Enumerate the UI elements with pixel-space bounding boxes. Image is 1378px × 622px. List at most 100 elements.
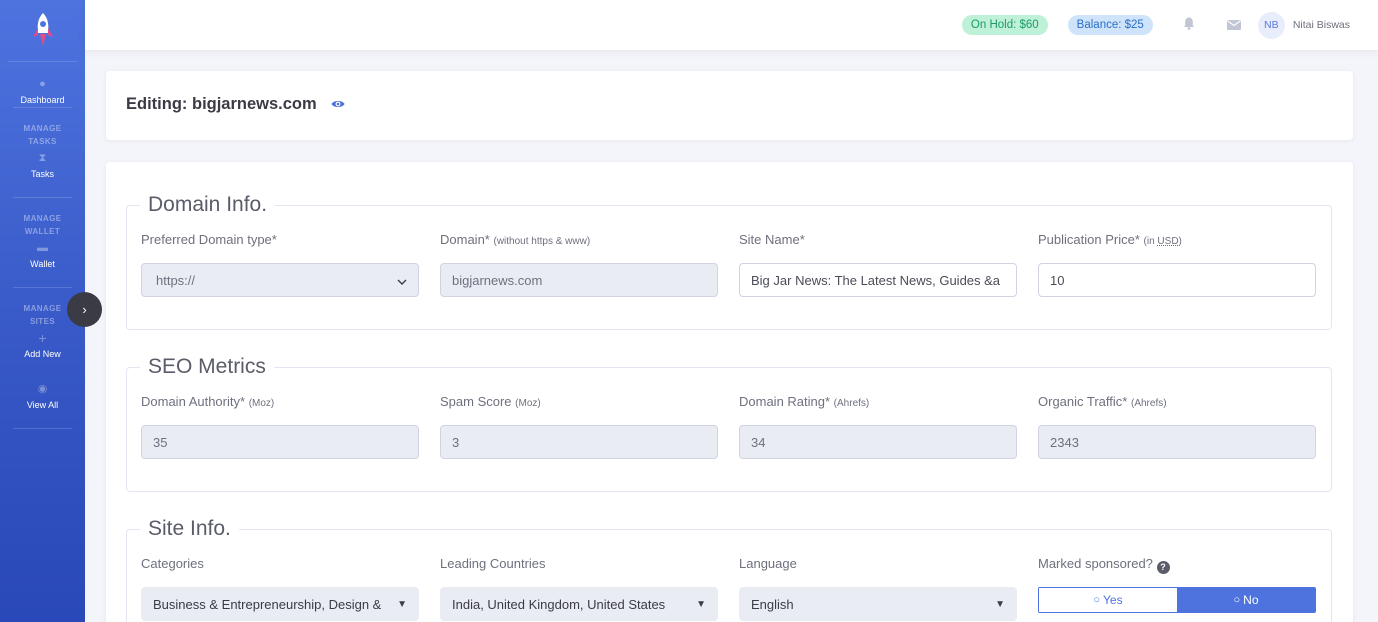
spam-score-field: Spam Score (Moz) 3: [440, 393, 718, 459]
field-label: Domain Authority* (Moz): [141, 393, 419, 410]
sponsored-toggle: ○ Yes ○ No: [1038, 587, 1316, 613]
seo-metrics-section: SEO Metrics Domain Authority* (Moz) 35 S…: [126, 355, 1332, 492]
language-dropdown[interactable]: English ▼: [739, 587, 1017, 621]
radio-circle-icon: ○: [1093, 594, 1101, 606]
label-text: Spam Score: [440, 394, 512, 409]
eye-icon: ◉: [37, 383, 48, 395]
sidebar-item-view-all[interactable]: ◉ View All: [0, 377, 85, 422]
hourglass-icon: ⧗: [38, 152, 47, 164]
brand-logo[interactable]: [8, 0, 77, 62]
chevron-down-icon: [397, 273, 407, 288]
sidebar-heading-wallet: MANAGE WALLET: [23, 214, 62, 236]
field-label: Categories: [141, 556, 204, 571]
eye-icon[interactable]: [331, 96, 345, 114]
label-hint: (Ahrefs): [1130, 398, 1167, 409]
hint-unit: USD: [1157, 236, 1179, 247]
language-field: Language English ▼: [739, 555, 1017, 621]
publication-price-field: Publication Price* (in USD) 10: [1038, 231, 1316, 297]
on-hold-badge[interactable]: On Hold: $60: [961, 15, 1048, 35]
label-text: Marked sponsored?: [1038, 556, 1153, 571]
publication-price-input[interactable]: 10: [1038, 263, 1316, 297]
label-text: Organic Traffic*: [1038, 394, 1128, 409]
plus-icon: +: [38, 330, 47, 346]
label-hint: (without https & www): [493, 236, 591, 247]
domain-authority-field: Domain Authority* (Moz) 35: [141, 393, 419, 459]
section-legend: Site Info.: [148, 517, 231, 540]
edit-site-form: Domain Info. Preferred Domain type* http…: [106, 162, 1353, 622]
user-name[interactable]: Nitai Biswas: [1293, 19, 1350, 31]
categories-field: Categories Business & Entrepreneurship, …: [141, 555, 419, 621]
section-legend: Domain Info.: [148, 193, 268, 216]
field-label: Marked sponsored? ?: [1038, 555, 1316, 574]
field-label: Language: [739, 556, 797, 571]
sponsored-no-option[interactable]: ○ No: [1177, 588, 1315, 612]
domain-rating-input[interactable]: 34: [739, 425, 1017, 459]
domain-authority-input[interactable]: 35: [141, 425, 419, 459]
organic-traffic-input[interactable]: 2343: [1038, 425, 1316, 459]
topbar: On Hold: $60 Balance: $25 NB Nitai Biswa…: [85, 0, 1378, 50]
leading-countries-field: Leading Countries India, United Kingdom,…: [440, 555, 718, 621]
label-hint: (Moz): [248, 398, 275, 409]
preferred-domain-type-select[interactable]: https://: [141, 263, 419, 297]
balance-badge[interactable]: Balance: $25: [1067, 15, 1153, 35]
tachometer-icon: ●: [39, 78, 46, 90]
caret-down-icon: ▼: [696, 598, 706, 610]
sidebar-item-dashboard[interactable]: ● Dashboard: [0, 62, 85, 107]
site-name-input[interactable]: Big Jar News: The Latest News, Guides &a: [739, 263, 1017, 297]
caret-down-icon: ▼: [995, 598, 1005, 610]
hint-prefix: (in: [1143, 236, 1158, 247]
field-label: Publication Price* (in USD): [1038, 231, 1316, 248]
field-label: Site Name*: [739, 232, 805, 247]
sidebar-toggle-button[interactable]: ›: [67, 292, 102, 327]
bell-icon[interactable]: [1178, 17, 1200, 33]
field-label: Leading Countries: [440, 556, 546, 571]
question-circle-icon[interactable]: ?: [1156, 561, 1170, 574]
sidebar-item-add-new[interactable]: + Add New: [0, 330, 85, 377]
sponsored-yes-option[interactable]: ○ Yes: [1039, 588, 1177, 612]
option-label: Yes: [1103, 593, 1123, 607]
marked-sponsored-field: Marked sponsored? ? ○ Yes ○ No: [1038, 555, 1316, 621]
field-label: Domain Rating* (Ahrefs): [739, 393, 1017, 410]
page-title: Editing: bigjarnews.com: [126, 95, 317, 113]
dropdown-value: India, United Kingdom, United States: [452, 596, 666, 612]
label-hint: (in USD): [1144, 236, 1182, 247]
domain-field: Domain* (without https & www) bigjarnews…: [440, 231, 718, 297]
label-text: Publication Price*: [1038, 232, 1140, 247]
field-label: Spam Score (Moz): [440, 393, 718, 410]
wallet-icon: ▬: [37, 242, 48, 254]
preferred-domain-type-field: Preferred Domain type* https://: [141, 231, 419, 297]
hint-suffix: ): [1178, 236, 1182, 247]
option-label: No: [1243, 593, 1259, 607]
domain-info-section: Domain Info. Preferred Domain type* http…: [126, 193, 1332, 330]
categories-dropdown[interactable]: Business & Entrepreneurship, Design & ▼: [141, 587, 419, 621]
chevron-right-icon: ›: [82, 302, 87, 317]
organic-traffic-field: Organic Traffic* (Ahrefs) 2343: [1038, 393, 1316, 459]
domain-rating-field: Domain Rating* (Ahrefs) 34: [739, 393, 1017, 459]
dropdown-value: Business & Entrepreneurship, Design &: [153, 596, 382, 612]
site-info-section: Site Info. Categories Business & Entrepr…: [126, 517, 1332, 622]
spam-score-input[interactable]: 3: [440, 425, 718, 459]
leading-countries-dropdown[interactable]: India, United Kingdom, United States ▼: [440, 587, 718, 621]
label-text: Domain*: [440, 232, 490, 247]
domain-input[interactable]: bigjarnews.com: [440, 263, 718, 297]
label-hint: (Ahrefs): [833, 398, 870, 409]
sidebar-divider: [13, 428, 72, 429]
dropdown-value: English: [751, 596, 794, 612]
avatar[interactable]: NB: [1257, 11, 1285, 39]
caret-down-icon: ▼: [397, 598, 407, 610]
radio-circle-icon: ○: [1233, 594, 1241, 606]
label-text: Domain Authority*: [141, 394, 246, 409]
label-hint: (Moz): [515, 398, 541, 409]
rocket-icon: [32, 12, 53, 46]
site-name-field: Site Name* Big Jar News: The Latest News…: [739, 231, 1017, 297]
field-label: Preferred Domain type*: [141, 232, 277, 247]
label-text: Domain Rating*: [739, 394, 831, 409]
sidebar-item-tasks[interactable]: ⧗ Tasks: [0, 152, 85, 197]
page-header-card: Editing: bigjarnews.com: [106, 71, 1353, 140]
section-legend: SEO Metrics: [148, 355, 266, 378]
sidebar-item-wallet[interactable]: ▬ Wallet: [0, 242, 85, 287]
sidebar-heading-tasks: MANAGE TASKS: [23, 124, 62, 146]
envelope-icon[interactable]: [1223, 18, 1245, 33]
field-label: Domain* (without https & www): [440, 231, 718, 248]
field-label: Organic Traffic* (Ahrefs): [1038, 393, 1316, 410]
